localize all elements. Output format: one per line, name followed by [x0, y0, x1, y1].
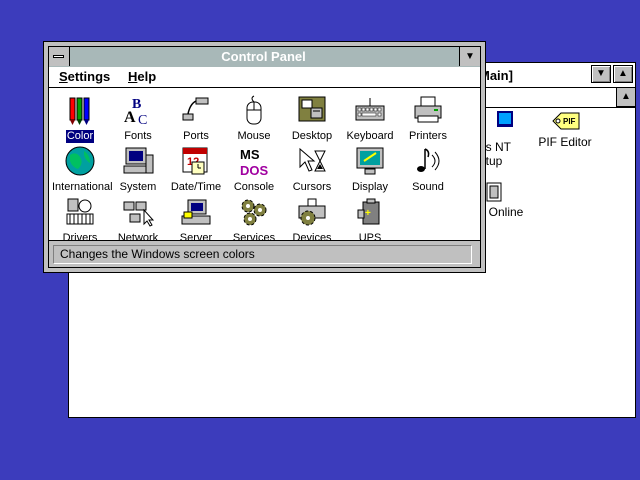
svg-text:MS: MS [240, 147, 260, 162]
cp-item-desktop[interactable]: Desktop [283, 94, 341, 144]
program-item-pif-editor[interactable]: PIF PIF Editor [535, 109, 595, 149]
ups-battery-icon: + [357, 198, 380, 225]
menu-bar: Settings Help [49, 67, 480, 88]
program-item-label: PIF Editor [538, 135, 592, 149]
cp-item-label: Keyboard [346, 130, 394, 142]
color-icon [69, 97, 90, 125]
cp-item-label: Cursors [292, 181, 332, 193]
ports-icon [182, 97, 209, 121]
system-icon [123, 147, 154, 174]
cp-item-system[interactable]: System [109, 145, 167, 195]
control-panel-client: Control Panel ▼ Settings Help Color B A … [48, 46, 481, 268]
control-panel-titlebar[interactable]: Control Panel ▼ [49, 47, 480, 68]
cp-item-drivers[interactable]: Drivers [51, 196, 109, 246]
svg-text:A: A [124, 109, 136, 126]
server-icon [181, 199, 211, 225]
pif-editor-icon: PIF [552, 112, 580, 130]
devices-icon [298, 198, 326, 226]
printers-icon [414, 96, 442, 123]
cp-item-label: Sound [412, 181, 444, 193]
cp-item-label: Date/Time [170, 181, 222, 193]
menu-help[interactable]: Help [128, 69, 156, 84]
cp-item-label: International [52, 181, 113, 193]
cp-item-console[interactable]: MS DOS Console [225, 145, 283, 195]
maximize-button[interactable]: ▲ [613, 65, 633, 83]
cp-item-sound[interactable]: Sound [399, 145, 457, 195]
cp-item-label: Mouse [237, 130, 271, 142]
cp-item-label: Console [233, 181, 275, 193]
desktop-icon [298, 96, 326, 122]
cp-item-fonts[interactable]: B A C Fonts [109, 94, 167, 144]
control-panel-window[interactable]: Control Panel ▼ Settings Help Color B A … [43, 41, 486, 273]
minimize-button[interactable]: ▼ [591, 65, 611, 83]
display-icon [356, 147, 384, 175]
scroll-up-button[interactable]: ▲ [616, 88, 635, 107]
system-menu-button[interactable] [49, 47, 70, 66]
cp-item-ports[interactable]: Ports [167, 94, 225, 144]
cp-item-server[interactable]: Server [167, 196, 225, 246]
cp-item-international[interactable]: International [51, 145, 113, 195]
status-bar: Changes the Windows screen colors [49, 240, 480, 267]
cp-item-ups[interactable]: + UPS [341, 196, 399, 246]
cp-item-datetime[interactable]: 12 Date/Time [167, 145, 225, 195]
cp-item-label: Fonts [124, 130, 152, 142]
svg-text:+: + [365, 208, 371, 219]
drivers-icon [66, 198, 94, 225]
cursor-hourglass-icon [299, 147, 326, 172]
globe-icon [65, 146, 95, 176]
program-item-label: Online [488, 205, 524, 219]
windows-nt-setup-icon [497, 111, 513, 127]
online-help-icon [486, 182, 502, 202]
mouse-icon [246, 95, 262, 125]
cp-item-label: Desktop [291, 130, 333, 142]
minimize-button[interactable]: ▼ [459, 47, 480, 66]
cp-item-label: Printers [409, 130, 447, 142]
cp-item-label: Ports [183, 130, 209, 142]
cp-item-cursors[interactable]: Cursors [283, 145, 341, 195]
program-item-online[interactable]: Online [481, 181, 531, 219]
cp-item-mouse[interactable]: Mouse [225, 94, 283, 144]
fonts-icon: B A C [124, 97, 147, 126]
svg-text:PIF: PIF [563, 117, 576, 126]
cp-item-label: Color [65, 130, 95, 143]
cp-item-color[interactable]: Color [51, 94, 109, 144]
window-title: Control Panel [221, 49, 306, 64]
calendar-clock-icon: 12 [182, 147, 208, 175]
keyboard-icon [355, 98, 385, 121]
control-panel-icons: Color B A C Fonts Ports Mouse Desktop Ke… [49, 88, 480, 244]
cp-item-devices[interactable]: Devices [283, 196, 341, 246]
cp-item-label: Display [351, 181, 389, 193]
status-text: Changes the Windows screen colors [53, 245, 472, 264]
svg-text:DOS: DOS [240, 163, 269, 177]
menu-settings[interactable]: Settings [59, 69, 110, 84]
network-icon [123, 201, 154, 227]
svg-text:C: C [138, 113, 147, 126]
ms-dos-console-icon: MS DOS [240, 147, 269, 177]
cp-item-printers[interactable]: Printers [399, 94, 457, 144]
cp-item-network[interactable]: Network [109, 196, 167, 246]
cp-item-label: System [119, 181, 157, 193]
cp-item-services[interactable]: Services [225, 196, 283, 246]
sound-icon [417, 148, 440, 172]
desktop: { "main_window": { "title": "Main]", "it… [0, 0, 640, 480]
cp-item-keyboard[interactable]: Keyboard [341, 94, 399, 144]
services-gears-icon [241, 199, 267, 226]
cp-item-display[interactable]: Display [341, 145, 399, 195]
